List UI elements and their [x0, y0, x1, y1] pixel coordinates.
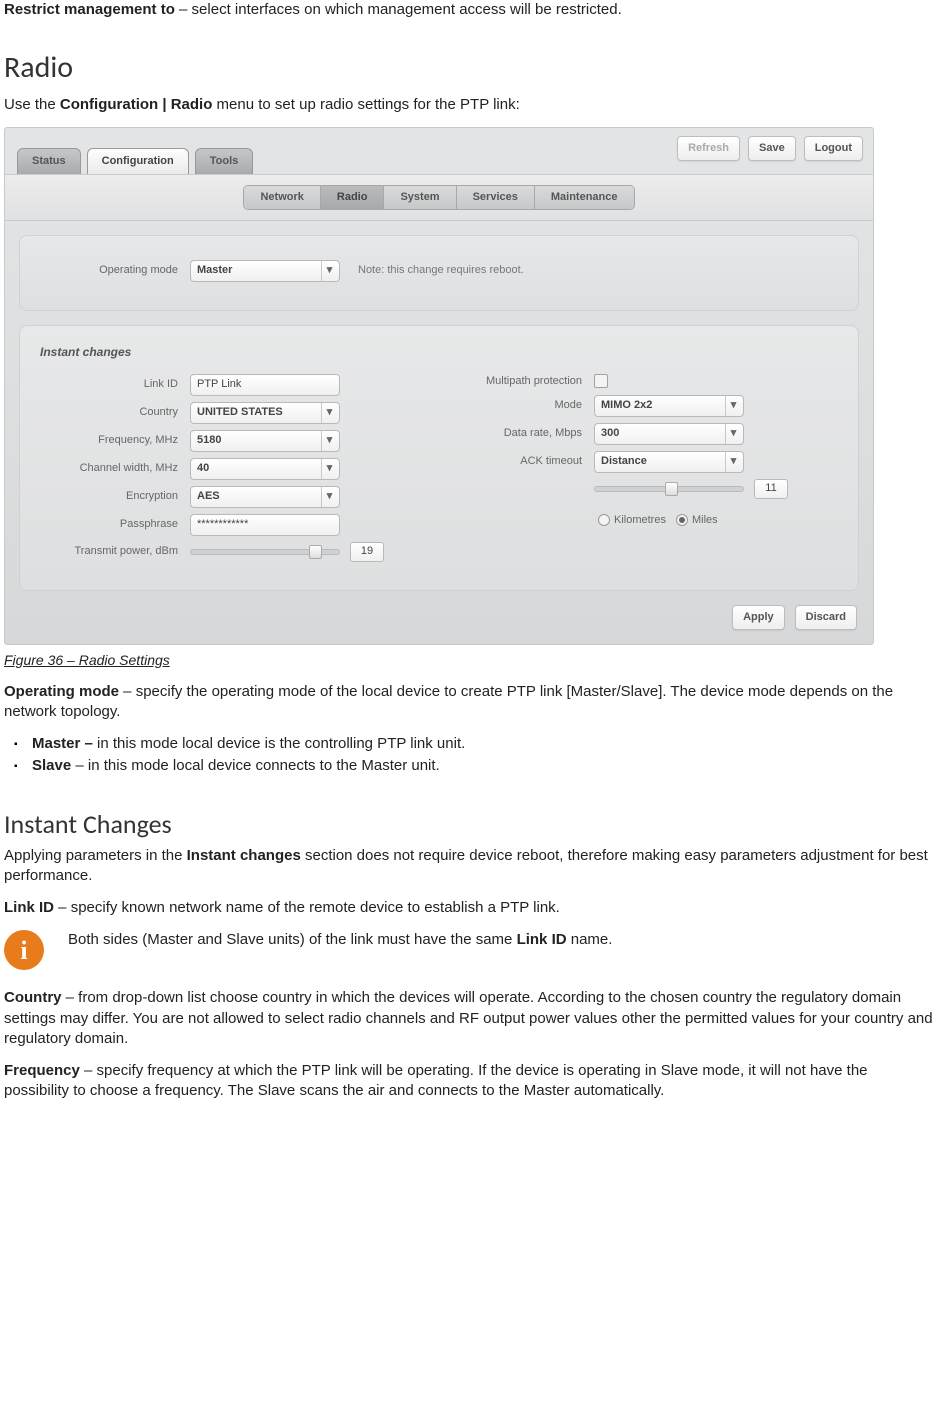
- data-rate-label: Data rate, Mbps: [444, 426, 594, 441]
- tab-status[interactable]: Status: [17, 148, 81, 174]
- restrict-desc: – select interfaces on which management …: [175, 1, 622, 18]
- instant-left-column: Link ID PTP Link Country UNITED STATES ▾…: [40, 368, 384, 568]
- bottom-button-bar: Apply Discard: [5, 605, 873, 644]
- chevron-down-icon: ▾: [725, 396, 741, 416]
- channel-width-select[interactable]: 40 ▾: [190, 458, 340, 480]
- multipath-checkbox[interactable]: [594, 374, 608, 388]
- refresh-button[interactable]: Refresh: [677, 136, 740, 161]
- operating-mode-select[interactable]: Master ▾: [190, 260, 340, 282]
- tab-configuration[interactable]: Configuration: [87, 148, 189, 174]
- frequency-select[interactable]: 5180 ▾: [190, 430, 340, 452]
- chevron-down-icon: ▾: [321, 261, 337, 281]
- data-rate-select[interactable]: 300 ▾: [594, 423, 744, 445]
- info-text: Both sides (Master and Slave units) of t…: [68, 930, 612, 950]
- country-label: Country: [40, 405, 190, 420]
- ack-timeout-label: ACK timeout: [444, 454, 594, 469]
- chevron-down-icon: ▾: [725, 452, 741, 472]
- channel-width-label: Channel width, MHz: [40, 461, 190, 476]
- linkid-input[interactable]: PTP Link: [190, 374, 340, 396]
- chevron-down-icon: ▾: [321, 431, 337, 451]
- frequency-label: Frequency, MHz: [40, 433, 190, 448]
- subtab-network[interactable]: Network: [244, 186, 320, 209]
- operating-mode-note: Note: this change requires reboot.: [358, 263, 524, 278]
- radio-miles[interactable]: [676, 514, 688, 526]
- save-button[interactable]: Save: [748, 136, 796, 161]
- radio-intro: Use the Configuration | Radio menu to se…: [4, 95, 934, 115]
- figure-caption: Figure 36 – Radio Settings: [4, 651, 934, 670]
- instant-changes-title: Instant changes: [40, 344, 838, 360]
- operating-mode-label: Operating mode: [40, 263, 190, 278]
- instant-changes-panel: Instant changes Link ID PTP Link Country…: [19, 325, 859, 591]
- operating-mode-panel: Operating mode Master ▾ Note: this chang…: [19, 235, 859, 311]
- frequency-paragraph: Frequency – specify frequency at which t…: [4, 1061, 934, 1102]
- restrict-label: Restrict management to: [4, 1, 175, 18]
- chevron-down-icon: ▾: [321, 459, 337, 479]
- passphrase-label: Passphrase: [40, 517, 190, 532]
- info-note: i Both sides (Master and Slave units) of…: [4, 930, 934, 970]
- list-item: Slave – in this mode local device connec…: [32, 756, 934, 776]
- subtab-maintenance[interactable]: Maintenance: [535, 186, 634, 209]
- linkid-label: Link ID: [40, 377, 190, 392]
- ack-timeout-select[interactable]: Distance ▾: [594, 451, 744, 473]
- logout-button[interactable]: Logout: [804, 136, 863, 161]
- linkid-paragraph: Link ID – specify known network name of …: [4, 898, 934, 918]
- country-paragraph: Country – from drop-down list choose cou…: [4, 988, 934, 1049]
- subtab-services[interactable]: Services: [457, 186, 535, 209]
- sub-tab-bar: Network Radio System Services Maintenanc…: [5, 174, 873, 221]
- radio-heading: Radio: [4, 48, 934, 89]
- tab-tools[interactable]: Tools: [195, 148, 254, 174]
- mode-select[interactable]: MIMO 2x2 ▾: [594, 395, 744, 417]
- instant-changes-heading: Instant Changes: [4, 807, 934, 842]
- instant-right-column: Multipath protection Mode MIMO 2x2 ▾ Dat…: [444, 368, 788, 568]
- chevron-down-icon: ▾: [725, 424, 741, 444]
- tx-power-slider[interactable]: [190, 549, 340, 555]
- operating-mode-list: Master – in this mode local device is th…: [4, 734, 934, 777]
- instant-intro: Applying parameters in the Instant chang…: [4, 846, 934, 887]
- radio-kilometres[interactable]: [598, 514, 610, 526]
- chevron-down-icon: ▾: [321, 487, 337, 507]
- chevron-down-icon: ▾: [321, 403, 337, 423]
- tx-power-value[interactable]: 19: [350, 542, 384, 562]
- radio-settings-screenshot: Refresh Save Logout Status Configuration…: [4, 127, 874, 645]
- list-item: Master – in this mode local device is th…: [32, 734, 934, 754]
- encryption-label: Encryption: [40, 489, 190, 504]
- restrict-paragraph: Restrict management to – select interfac…: [4, 0, 934, 20]
- top-button-bar: Refresh Save Logout: [677, 136, 863, 161]
- apply-button[interactable]: Apply: [732, 605, 785, 630]
- encryption-select[interactable]: AES ▾: [190, 486, 340, 508]
- operating-mode-paragraph: Operating mode – specify the operating m…: [4, 682, 934, 723]
- tx-power-label: Transmit power, dBm: [40, 544, 190, 559]
- country-select[interactable]: UNITED STATES ▾: [190, 402, 340, 424]
- info-icon: i: [4, 930, 44, 970]
- mode-label: Mode: [444, 398, 594, 413]
- distance-slider[interactable]: [594, 486, 744, 492]
- subtab-radio[interactable]: Radio: [321, 186, 385, 209]
- passphrase-input[interactable]: ************: [190, 514, 340, 536]
- distance-units: Kilometres Miles: [598, 513, 718, 528]
- multipath-label: Multipath protection: [444, 374, 594, 389]
- subtab-system[interactable]: System: [384, 186, 456, 209]
- discard-button[interactable]: Discard: [795, 605, 857, 630]
- distance-value[interactable]: 11: [754, 479, 788, 499]
